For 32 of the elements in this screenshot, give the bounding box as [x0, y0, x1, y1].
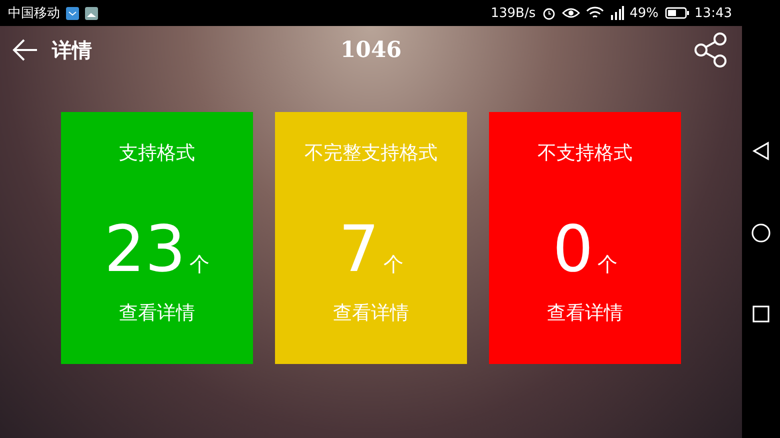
count-value: 7 [338, 218, 380, 282]
alarm-icon [542, 6, 556, 20]
count-value: 23 [104, 218, 186, 282]
network-speed: 139B/s [490, 6, 536, 20]
back-arrow-icon [12, 39, 38, 61]
card-title: 不完整支持格式 [304, 141, 438, 166]
notification-icon [66, 6, 79, 20]
view-details-link[interactable]: 查看详情 [333, 300, 409, 326]
count-unit: 个 [190, 251, 210, 278]
home-circle-icon[interactable] [751, 223, 771, 243]
clock-time: 13:43 [694, 6, 732, 20]
view-details-link[interactable]: 查看详情 [547, 300, 623, 326]
battery-percent: 49% [630, 6, 659, 20]
count-value: 0 [552, 218, 594, 282]
signal-icon [610, 6, 624, 20]
recents-square-icon[interactable] [752, 305, 770, 323]
eye-icon [562, 7, 580, 19]
carrier-name: 中国移动 [8, 5, 60, 22]
back-triangle-icon[interactable] [752, 141, 770, 161]
card-title: 支持格式 [119, 141, 195, 166]
card-title: 不支持格式 [538, 141, 632, 166]
format-card[interactable]: 不完整支持格式 7 个 查看详情 [275, 112, 467, 364]
battery-icon [664, 7, 689, 19]
count-unit: 个 [383, 251, 404, 278]
count-unit: 个 [597, 251, 618, 278]
format-card[interactable]: 支持格式 23 个 查看详情 [61, 112, 253, 364]
format-card[interactable]: 不支持格式 0 个 查看详情 [489, 112, 681, 364]
back-button[interactable]: 详情 [12, 36, 92, 64]
view-details-link[interactable]: 查看详情 [119, 300, 195, 326]
wifi-icon [586, 6, 604, 20]
page-title: 1046 [340, 37, 402, 63]
image-notification-icon [85, 6, 98, 20]
